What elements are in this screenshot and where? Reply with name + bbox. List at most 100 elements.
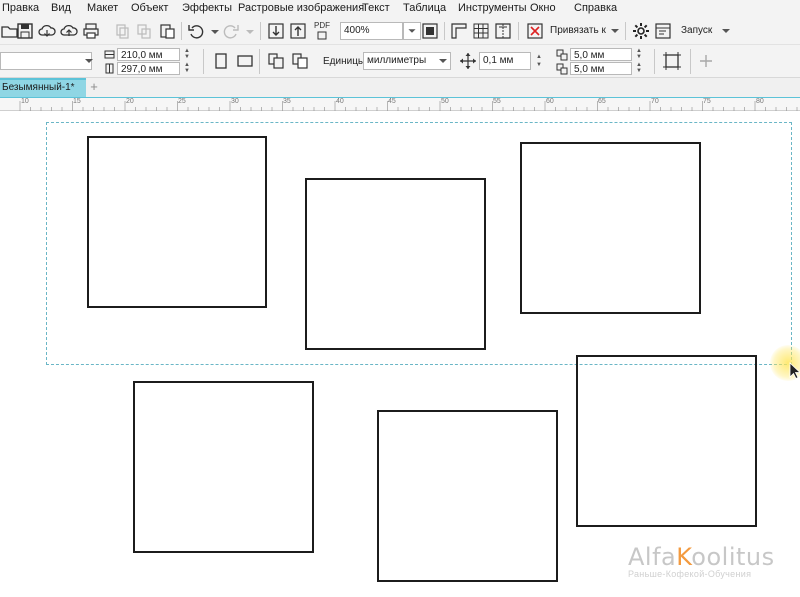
duplicate-offset-y-input[interactable]: 5,0 мм: [570, 62, 632, 75]
launch-dropdown-icon[interactable]: [717, 22, 735, 40]
duplicate-offset-x-input[interactable]: 5,0 мм: [570, 48, 632, 61]
duplicate-x-icon: [556, 49, 568, 61]
options-gear-icon[interactable]: [631, 21, 651, 41]
add-toolbar-item-icon[interactable]: [697, 52, 715, 70]
ruler-label: 15: [73, 98, 81, 105]
page-height-input[interactable]: 297,0 мм: [117, 62, 180, 75]
show-guidelines-icon[interactable]: [494, 22, 512, 40]
menu-tools[interactable]: Инструменты: [458, 2, 527, 14]
nudge-distance-input[interactable]: 0,1 мм: [479, 52, 531, 70]
ruler-label: 10: [21, 98, 29, 105]
cloud-import-icon[interactable]: [38, 22, 56, 40]
separator: [181, 22, 182, 40]
redo-icon[interactable]: [222, 22, 240, 40]
menu-table[interactable]: Таблица: [403, 2, 446, 14]
landscape-orientation-icon[interactable]: [236, 52, 254, 70]
cut-icon[interactable]: [113, 22, 131, 40]
zoom-level-input[interactable]: 400%: [340, 22, 403, 40]
square-shape[interactable]: [576, 355, 757, 527]
horizontal-ruler[interactable]: 10 15 20 25 30 35 40 45 50 55 60 65 70 7…: [0, 97, 800, 111]
units-dropdown-icon[interactable]: [434, 52, 452, 70]
tab-document[interactable]: Безымянный-1*: [0, 78, 86, 97]
ruler-label: 65: [598, 98, 606, 105]
snap-to-dropdown-icon[interactable]: [606, 22, 624, 40]
units-label: Единицы:: [323, 56, 368, 67]
duplicate-offset-x-spinner[interactable]: ▲ ▼: [633, 48, 645, 60]
page-height-spinner[interactable]: ▲ ▼: [181, 62, 193, 74]
watermark: AlfaKoolitus Раньше-Кофекой-Обучения: [628, 543, 796, 579]
new-tab-button[interactable]: +: [87, 79, 101, 95]
page-width-spinner[interactable]: ▲ ▼: [181, 48, 193, 60]
page-size-select[interactable]: [0, 52, 92, 70]
square-shape[interactable]: [87, 136, 267, 308]
menu-window[interactable]: Окно: [530, 2, 556, 14]
separator: [444, 22, 445, 40]
separator: [260, 22, 261, 40]
menu-bar: Правка Вид Макет Объект Эффекты Растровы…: [0, 0, 800, 17]
ruler-label: 75: [703, 98, 711, 105]
separator: [654, 49, 655, 74]
menu-view[interactable]: Вид: [51, 2, 71, 14]
menu-edit[interactable]: Правка: [2, 2, 39, 14]
current-page-icon[interactable]: [291, 52, 309, 70]
show-rulers-icon[interactable]: [450, 22, 468, 40]
snap-to-button[interactable]: Привязать к: [550, 25, 606, 36]
nudge-distance-icon: [460, 53, 476, 69]
menu-bitmaps[interactable]: Растровые изображения: [238, 2, 364, 14]
document-tab-bar: Безымянный-1* +: [0, 78, 800, 97]
print-icon[interactable]: [82, 22, 100, 40]
square-shape[interactable]: [133, 381, 314, 553]
redo-dropdown-icon[interactable]: [241, 22, 259, 40]
launch-app-icon[interactable]: [654, 22, 672, 40]
separator: [518, 22, 519, 40]
ruler-label: 30: [231, 98, 239, 105]
menu-help[interactable]: Справка: [574, 2, 617, 14]
snap-off-icon[interactable]: [526, 22, 544, 40]
full-screen-preview-icon[interactable]: [421, 22, 439, 40]
cloud-export-icon[interactable]: [60, 22, 78, 40]
drawing-canvas[interactable]: [0, 111, 800, 597]
paste-icon[interactable]: [158, 22, 176, 40]
property-bar: 210,0 мм ▲ ▼ 297,0 мм ▲ ▼ Единицы: миллиме…: [0, 45, 800, 78]
standard-toolbar: PDF 400% Привязать к Запуск: [0, 17, 800, 45]
import-icon[interactable]: [267, 22, 285, 40]
watermark-logo: AlfaKoolitus: [628, 543, 775, 571]
all-pages-icon[interactable]: [267, 52, 285, 70]
square-shape[interactable]: [520, 142, 701, 314]
nudge-distance-spinner[interactable]: ▲ ▼: [533, 53, 545, 69]
treat-as-filled-icon[interactable]: [662, 51, 682, 71]
ruler-label: 45: [388, 98, 396, 105]
portrait-orientation-icon[interactable]: [212, 52, 230, 70]
ruler-label: 55: [493, 98, 501, 105]
ruler-label: 60: [546, 98, 554, 105]
page-width-input[interactable]: 210,0 мм: [117, 48, 180, 61]
copy-icon[interactable]: [135, 22, 153, 40]
save-icon[interactable]: [16, 22, 34, 40]
pdf-label: PDF: [314, 21, 330, 30]
ruler-label: 20: [126, 98, 134, 105]
show-grid-icon[interactable]: [472, 22, 490, 40]
separator: [690, 49, 691, 74]
page-size-dropdown-icon[interactable]: [80, 52, 98, 70]
separator: [203, 49, 204, 74]
zoom-dropdown-icon[interactable]: [403, 22, 421, 40]
menu-text[interactable]: Текст: [362, 2, 390, 14]
ruler-label: 35: [283, 98, 291, 105]
ruler-label: 50: [441, 98, 449, 105]
duplicate-offset-y-spinner[interactable]: ▲ ▼: [633, 62, 645, 74]
menu-layout[interactable]: Макет: [87, 2, 118, 14]
pdf-icon: [317, 31, 327, 40]
menu-effects[interactable]: Эффекты: [182, 2, 232, 14]
page-height-icon: [105, 63, 114, 74]
launch-button[interactable]: Запуск: [681, 25, 712, 36]
ruler-label: 70: [651, 98, 659, 105]
export-icon[interactable]: [289, 22, 307, 40]
ruler-label: 40: [336, 98, 344, 105]
undo-icon[interactable]: [187, 22, 205, 40]
square-shape[interactable]: [305, 178, 486, 350]
separator: [259, 49, 260, 74]
publish-pdf-button[interactable]: PDF: [313, 21, 333, 41]
square-shape[interactable]: [377, 410, 558, 582]
mouse-cursor-icon: [789, 362, 800, 379]
menu-object[interactable]: Объект: [131, 2, 168, 14]
